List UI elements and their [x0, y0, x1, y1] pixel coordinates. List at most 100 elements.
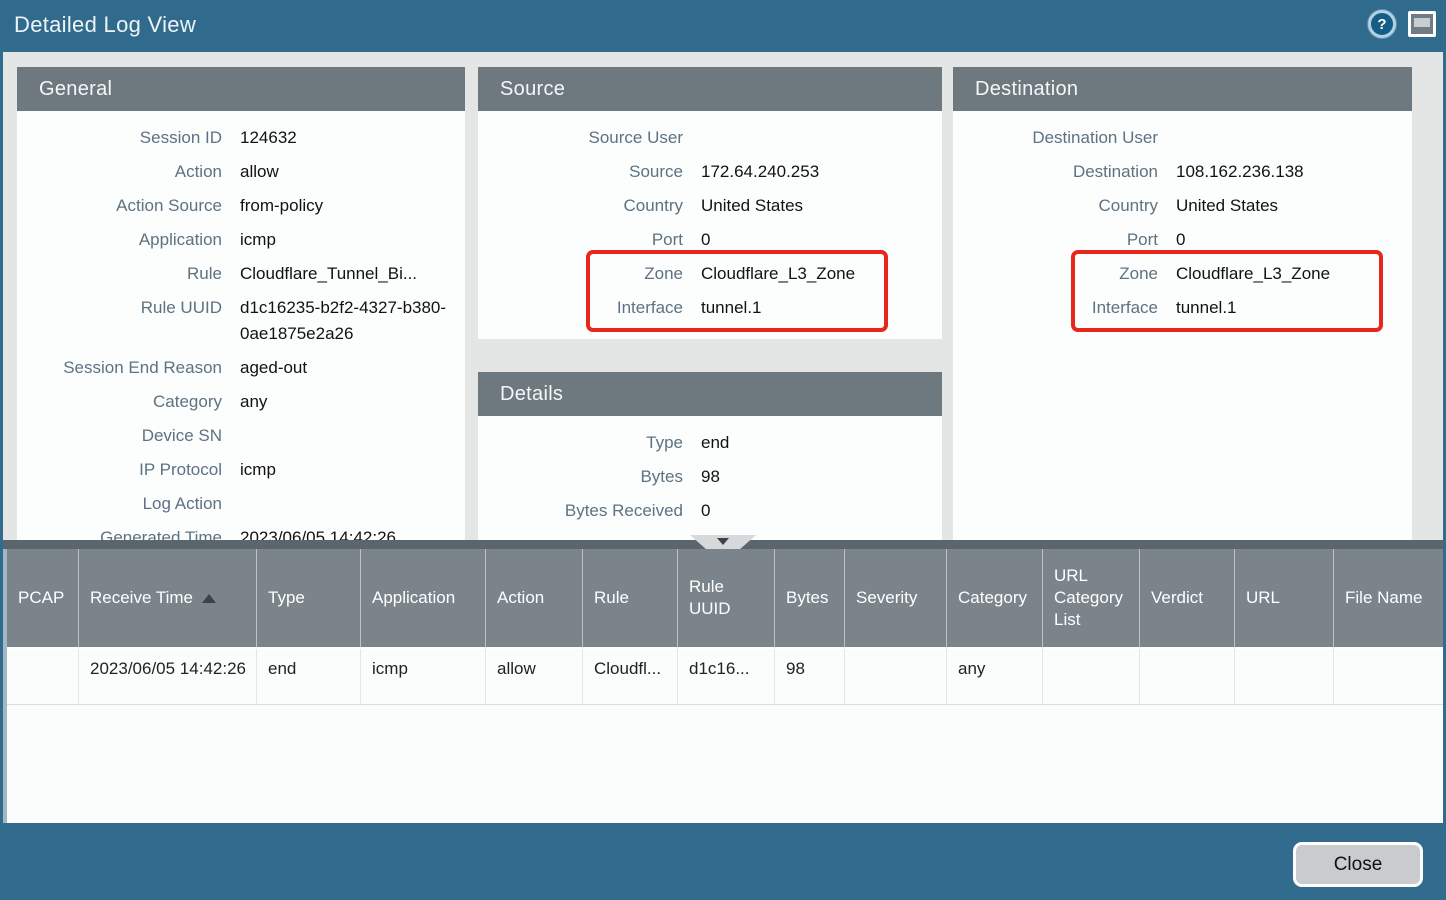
title-bar: Detailed Log View ? [0, 0, 1446, 49]
field-label: Port [953, 227, 1158, 253]
field-value: d1c16235-b2f2-4327-b380-0ae1875e2a26 [240, 295, 455, 347]
column-header-label: URL Category List [1054, 565, 1133, 631]
field-value: 0 [701, 498, 710, 524]
log-detail-content: General Session ID124632ActionallowActio… [3, 52, 1443, 540]
field-label: Action Source [17, 193, 222, 219]
destination-panel-rows: Destination UserDestination108.162.236.1… [953, 111, 1412, 325]
field-value: Cloudflare_L3_Zone [1176, 261, 1330, 287]
field-row: Session End Reasonaged-out [17, 351, 465, 385]
splitter-collapse-handle[interactable] [690, 535, 756, 549]
title-bar-icons: ? [1368, 10, 1436, 38]
field-row: Device SN [17, 419, 465, 453]
table-cell [1140, 649, 1235, 704]
close-button[interactable]: Close [1293, 842, 1423, 887]
field-value: from-policy [240, 193, 323, 219]
help-icon[interactable]: ? [1368, 10, 1396, 38]
window-icon[interactable] [1408, 11, 1436, 37]
table-cell [7, 649, 79, 704]
column-header-type[interactable]: Type [257, 549, 361, 647]
destination-panel-header: Destination [953, 67, 1412, 111]
field-row: Application icmp [17, 223, 465, 257]
column-header-application[interactable]: Application [361, 549, 486, 647]
field-label: Country [953, 193, 1158, 219]
field-value: tunnel.1 [701, 295, 762, 321]
field-row: Interface tunnel.1 [478, 291, 942, 325]
field-value: aged-out [240, 355, 307, 381]
table-cell: any [947, 649, 1043, 704]
column-header-category[interactable]: Category [947, 549, 1043, 647]
column-header-severity[interactable]: Severity [845, 549, 947, 647]
table-cell: 98 [775, 649, 845, 704]
field-row: Bytes98 [478, 460, 942, 494]
field-label: Type [478, 430, 683, 456]
field-row: Action allow [17, 155, 465, 189]
field-row: Interfacetunnel.1 [953, 291, 1412, 325]
field-value: icmp [240, 457, 276, 483]
table-cell [1043, 649, 1140, 704]
field-row: IP Protocolicmp [17, 453, 465, 487]
field-label: Interface [953, 295, 1158, 321]
log-entries-table: PCAP Receive Time Type Application Action Rul… [3, 549, 1443, 823]
column-header-label: Severity [856, 587, 917, 609]
field-value: United States [1176, 193, 1278, 219]
field-label: Source [478, 159, 683, 185]
field-value: 0 [1176, 227, 1185, 253]
field-row: Categoryany [17, 385, 465, 419]
table-row[interactable]: 2023/06/05 14:42:26endicmpallowCloudfl..… [7, 647, 1443, 705]
field-label: Rule [17, 261, 222, 287]
field-label: Zone [953, 261, 1158, 287]
field-row: Source 172.64.240.253 [478, 155, 942, 189]
field-label: Rule UUID [17, 295, 222, 321]
source-panel-header: Source [478, 67, 942, 111]
column-header-file-name[interactable]: File Name [1334, 549, 1433, 647]
pane-splitter[interactable] [3, 540, 1443, 549]
field-label: Interface [478, 295, 683, 321]
column-header-rule[interactable]: Rule [583, 549, 678, 647]
column-header-pcap[interactable]: PCAP [7, 549, 79, 647]
field-label: Destination User [953, 125, 1158, 151]
field-row: Action Source from-policy [17, 189, 465, 223]
field-row: Session ID124632 [17, 121, 465, 155]
details-panel-header: Details [478, 372, 942, 416]
column-header-label: PCAP [18, 587, 64, 609]
column-header-rule-uuid[interactable]: Rule UUID [678, 549, 775, 647]
field-row: Country United States [953, 189, 1412, 223]
table-cell: icmp [361, 649, 486, 704]
column-header-url-category-list[interactable]: URL Category List [1043, 549, 1140, 647]
field-row: CountryUnited States [478, 189, 942, 223]
column-header-label: Rule UUID [689, 576, 768, 620]
field-value: icmp [240, 227, 276, 253]
page-title: Detailed Log View [14, 12, 196, 38]
field-label: Action [17, 159, 222, 185]
field-value: 172.64.240.253 [701, 159, 819, 185]
general-panel-header: General [17, 67, 465, 111]
field-row: Source User [478, 121, 942, 155]
table-cell: Cloudfl... [583, 649, 678, 704]
column-header-bytes[interactable]: Bytes [775, 549, 845, 647]
column-header-label: Rule [594, 587, 629, 609]
column-header-verdict[interactable]: Verdict [1140, 549, 1235, 647]
table-cell: 2023/06/05 14:42:26 [79, 649, 257, 704]
field-value: 2023/06/05 14:42:26 [240, 525, 396, 540]
column-header-url[interactable]: URL [1235, 549, 1334, 647]
field-label: Country [478, 193, 683, 219]
source-panel: Source Source User Source 172.64.240.253 Co… [478, 67, 942, 339]
field-value: allow [240, 159, 279, 185]
field-row: Destination User [953, 121, 1412, 155]
field-value: 124632 [240, 125, 297, 151]
column-header-receive-time[interactable]: Receive Time [79, 549, 257, 647]
field-label: Bytes Received [478, 498, 683, 524]
table-cell: d1c16... [678, 649, 775, 704]
column-header-label: Application [372, 587, 455, 609]
field-row: Typeend [478, 426, 942, 460]
column-header-action[interactable]: Action [486, 549, 583, 647]
column-header-label: File Name [1345, 587, 1422, 609]
source-panel-rows: Source User Source 172.64.240.253 CountryUn… [478, 111, 942, 325]
column-header-label: Receive Time [90, 587, 193, 609]
collapse-arrow-icon [717, 538, 729, 545]
field-row: Zone Cloudflare_L3_Zone [953, 257, 1412, 291]
field-row: ZoneCloudflare_L3_Zone [478, 257, 942, 291]
field-label: Device SN [17, 423, 222, 449]
field-label: Source User [478, 125, 683, 151]
field-label: Application [17, 227, 222, 253]
